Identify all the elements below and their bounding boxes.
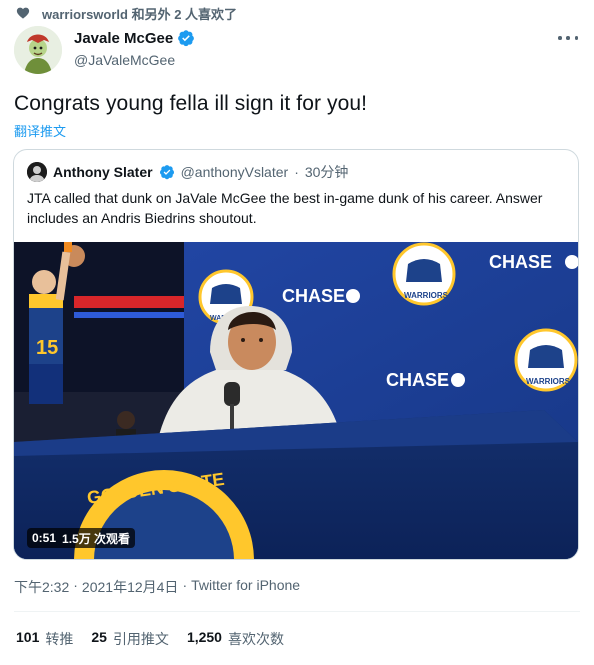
- heart-icon: [16, 6, 30, 20]
- more-options-icon[interactable]: [558, 30, 578, 46]
- svg-text:CHASE: CHASE: [386, 370, 449, 390]
- tweet-source[interactable]: Twitter for iPhone: [191, 577, 300, 597]
- tweet-time[interactable]: 下午2:32: [14, 577, 69, 597]
- video-player[interactable]: 15 CHASE CHASE CHASE WARRIORS WARRIORS G…: [14, 242, 578, 559]
- author-name[interactable]: Javale McGee: [74, 30, 173, 47]
- jersey-number: 15: [36, 337, 58, 359]
- video-frame: 15 CHASE CHASE CHASE WARRIORS WARRIORS G…: [14, 242, 578, 559]
- quoted-avatar[interactable]: [27, 162, 47, 182]
- warriors-logo-3: WARRIORS: [514, 328, 578, 392]
- separator-dot: ·: [182, 577, 188, 593]
- svg-text:WARRIORS: WARRIORS: [404, 291, 449, 300]
- quoted-tweet[interactable]: Anthony Slater @anthonyVslater · 30分钟 JT…: [13, 149, 579, 560]
- svg-text:WARRIORS: WARRIORS: [526, 377, 571, 386]
- svg-text:CHASE: CHASE: [282, 286, 345, 306]
- divider: [14, 611, 580, 612]
- quoted-author-name[interactable]: Anthony Slater: [53, 164, 153, 180]
- tweet-author: Javale McGee @JaValeMcGee: [14, 26, 195, 74]
- video-views: 1.5万 次观看: [62, 531, 131, 546]
- likes-stat[interactable]: 1,250 喜欢次数: [187, 629, 284, 649]
- translate-tweet-link[interactable]: 翻译推文: [14, 121, 66, 140]
- social-context-text[interactable]: warriorsworld 和另外 2 人喜欢了: [42, 4, 237, 23]
- separator-dot: ·: [294, 164, 299, 180]
- quote-tweets-stat[interactable]: 25 引用推文: [91, 629, 169, 649]
- tweet-stats: 101 转推 25 引用推文 1,250 喜欢次数: [16, 629, 284, 649]
- avatar[interactable]: [14, 26, 62, 74]
- separator-dot: ·: [73, 577, 78, 593]
- tweet-timestamp: 下午2:32 · 2021年12月4日 · Twitter for iPhone: [14, 577, 300, 597]
- retweets-stat[interactable]: 101 转推: [16, 629, 73, 649]
- social-context: warriorsworld 和另外 2 人喜欢了: [16, 4, 237, 22]
- author-handle[interactable]: @JaValeMcGee: [74, 52, 195, 68]
- video-duration: 0:51: [32, 531, 57, 545]
- verified-badge-icon: [159, 164, 175, 180]
- warriors-logo-2: WARRIORS: [392, 242, 456, 306]
- quoted-tweet-header: Anthony Slater @anthonyVslater · 30分钟: [27, 162, 348, 182]
- quoted-author-handle[interactable]: @anthonyVslater: [181, 164, 289, 180]
- video-info-badge: 0:51 1.5万 次观看: [27, 528, 136, 548]
- tweet-text: Congrats young fella ill sign it for you…: [14, 92, 368, 115]
- quoted-tweet-text: JTA called that dunk on JaVale McGee the…: [27, 190, 543, 226]
- svg-text:CHASE: CHASE: [489, 252, 552, 272]
- quoted-time[interactable]: 30分钟: [305, 162, 349, 182]
- verified-badge-icon: [177, 29, 195, 47]
- tweet-date[interactable]: 2021年12月4日: [82, 577, 179, 597]
